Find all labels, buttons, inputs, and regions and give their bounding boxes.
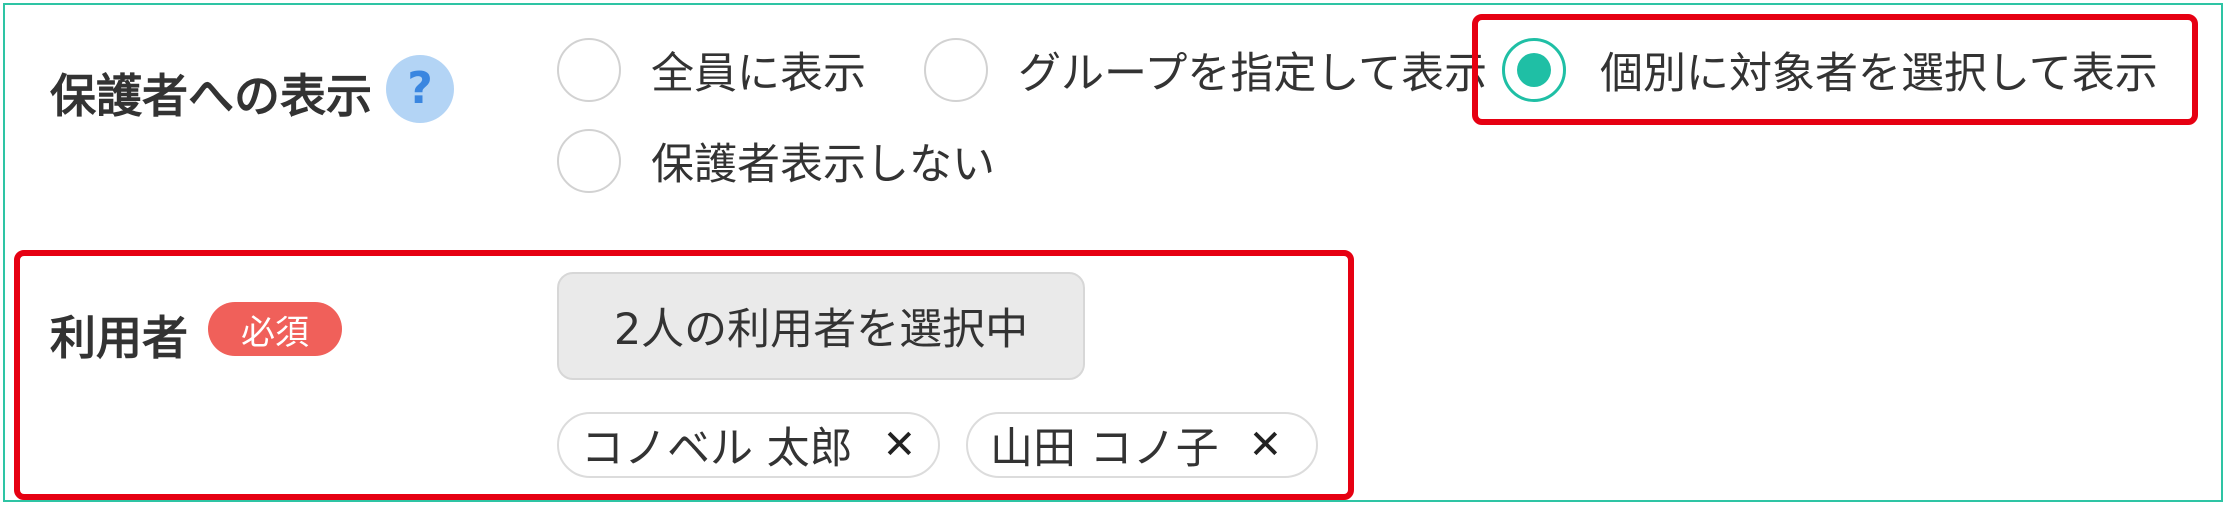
- radio-button-icon[interactable]: [924, 38, 988, 102]
- help-icon[interactable]: ?: [386, 55, 454, 123]
- highlight-box-users: [14, 250, 1354, 500]
- radio-label: 全員に表示: [651, 49, 866, 99]
- guardian-display-label: 保護者への表示: [50, 69, 372, 123]
- radio-button-icon[interactable]: [557, 38, 621, 102]
- radio-show-group[interactable]: グループを指定して表示: [924, 35, 1487, 105]
- radio-label: 保護者表示しない: [651, 140, 995, 190]
- radio-label: グループを指定して表示: [1018, 49, 1488, 99]
- radio-show-all[interactable]: 全員に表示: [557, 35, 866, 105]
- highlight-box-radio: [1472, 14, 2198, 125]
- radio-button-icon[interactable]: [557, 129, 621, 193]
- radio-hide[interactable]: 保護者表示しない: [557, 126, 995, 196]
